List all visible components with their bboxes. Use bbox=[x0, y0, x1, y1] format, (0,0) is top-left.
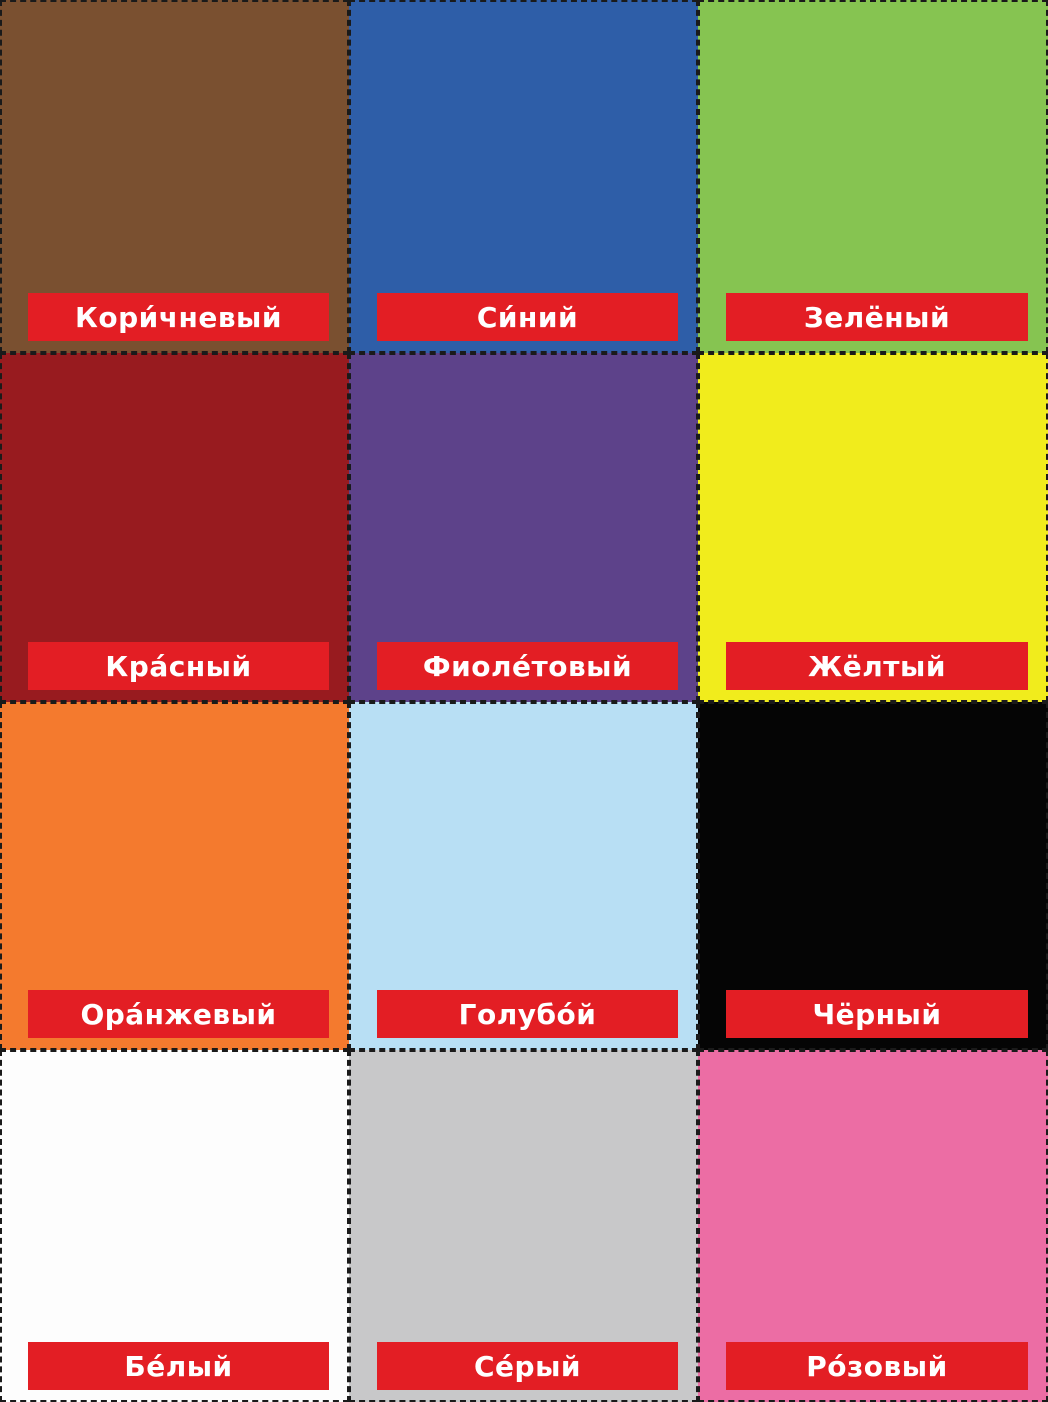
color-label-banner: Кори́чневый bbox=[28, 293, 329, 341]
color-card-pink: Ро́зовый bbox=[698, 1050, 1048, 1402]
color-label-banner: Фиоле́товый bbox=[377, 642, 678, 690]
color-card-black: Чёрный bbox=[698, 702, 1048, 1050]
color-card-brown: Кори́чневый bbox=[0, 0, 349, 353]
color-card-purple: Фиоле́товый bbox=[349, 353, 698, 702]
color-name-orange: Ора́нжевый bbox=[80, 997, 277, 1031]
color-flashcards-sheet: Кори́чневый Си́ний Зелёный Кра́сный Фиол… bbox=[0, 0, 1048, 1402]
color-name-purple: Фиоле́товый bbox=[422, 649, 633, 683]
color-label-banner: Бе́лый bbox=[28, 1342, 329, 1390]
color-card-yellow: Жёлтый bbox=[698, 353, 1048, 702]
color-name-brown: Кори́чневый bbox=[74, 300, 282, 334]
color-label-banner: Кра́сный bbox=[28, 642, 329, 690]
color-label-banner: Жёлтый bbox=[726, 642, 1028, 690]
color-card-orange: Ора́нжевый bbox=[0, 702, 349, 1050]
color-name-white: Бе́лый bbox=[124, 1349, 233, 1383]
color-name-yellow: Жёлтый bbox=[808, 649, 946, 683]
color-name-blue: Си́ний bbox=[476, 300, 579, 334]
color-card-gray: Се́рый bbox=[349, 1050, 698, 1402]
color-card-red: Кра́сный bbox=[0, 353, 349, 702]
color-card-blue: Си́ний bbox=[349, 0, 698, 353]
color-label-banner: Голубо́й bbox=[377, 990, 678, 1038]
color-name-green: Зелёный bbox=[803, 300, 951, 334]
color-label-banner: Ро́зовый bbox=[726, 1342, 1028, 1390]
color-label-banner: Си́ний bbox=[377, 293, 678, 341]
color-label-banner: Зелёный bbox=[726, 293, 1028, 341]
color-label-banner: Чёрный bbox=[726, 990, 1028, 1038]
color-card-light-blue: Голубо́й bbox=[349, 702, 698, 1050]
color-name-black: Чёрный bbox=[812, 997, 942, 1031]
color-name-gray: Се́рый bbox=[473, 1349, 582, 1383]
color-name-red: Кра́сный bbox=[105, 649, 252, 683]
color-card-green: Зелёный bbox=[698, 0, 1048, 353]
color-name-pink: Ро́зовый bbox=[806, 1349, 948, 1383]
color-card-white: Бе́лый bbox=[0, 1050, 349, 1402]
color-name-light-blue: Голубо́й bbox=[458, 997, 597, 1031]
color-label-banner: Се́рый bbox=[377, 1342, 678, 1390]
color-label-banner: Ора́нжевый bbox=[28, 990, 329, 1038]
